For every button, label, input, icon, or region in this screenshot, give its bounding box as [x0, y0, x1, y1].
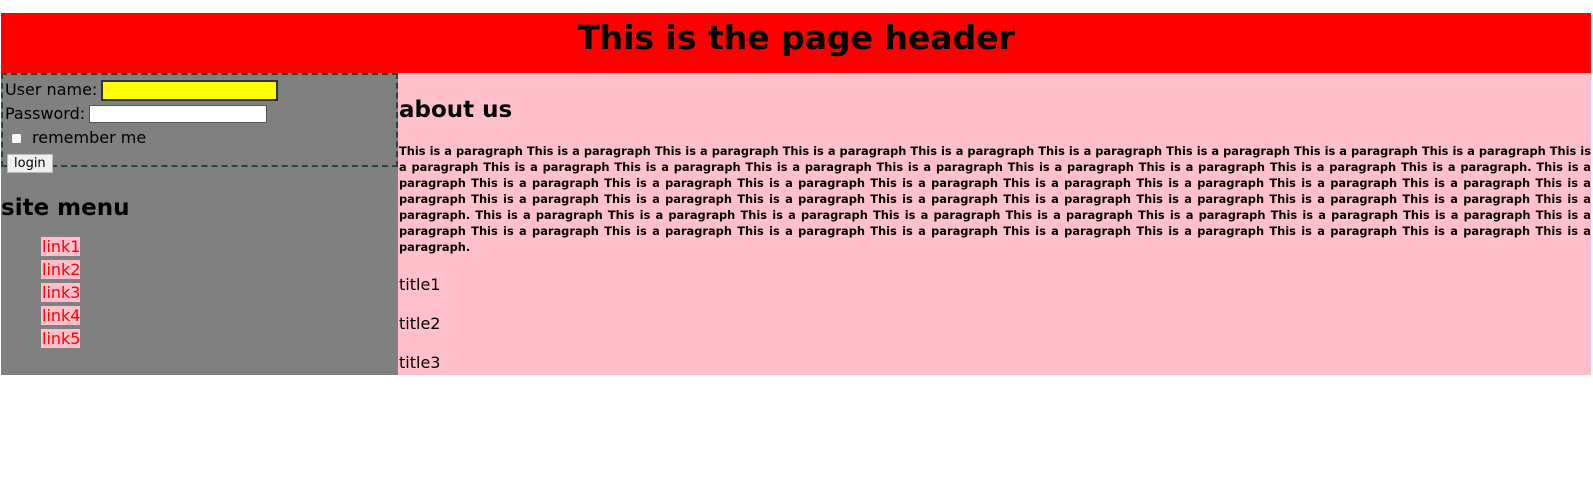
title-3: title3 — [399, 353, 441, 372]
about-us-heading: about us — [399, 97, 513, 123]
page-header-title: This is the page header — [577, 17, 1015, 57]
menu-link-5[interactable]: link5 — [41, 329, 81, 348]
title-2: title2 — [399, 314, 441, 333]
sidebar: User name: Password: remember me login s… — [1, 73, 398, 375]
password-row: Password: — [5, 102, 396, 126]
about-paragraph: This is a paragraph This is a paragraph … — [399, 144, 1591, 254]
password-label: Password: — [5, 104, 86, 123]
list-item: link5 — [41, 327, 398, 350]
remember-row: remember me — [5, 126, 396, 150]
menu-link-2[interactable]: link2 — [41, 260, 81, 279]
site-menu-list: link1 link2 link3 link4 link5 — [41, 235, 398, 350]
menu-link-4[interactable]: link4 — [41, 306, 81, 325]
page-header: This is the page header — [1, 13, 1591, 73]
login-form: User name: Password: remember me login — [1, 73, 398, 173]
username-label: User name: — [5, 80, 98, 99]
site-menu-title: site menu — [1, 195, 130, 221]
page: This is the page header User name: Passw… — [1, 13, 1591, 375]
content-area: about us This is a paragraph This is a p… — [398, 73, 1591, 375]
title-1: title1 — [399, 275, 441, 294]
login-button[interactable]: login — [7, 154, 53, 173]
username-input[interactable] — [101, 79, 279, 101]
menu-link-1[interactable]: link1 — [41, 237, 81, 256]
list-item: link2 — [41, 258, 398, 281]
password-input[interactable] — [89, 105, 268, 123]
remember-me-checkbox[interactable] — [11, 132, 22, 144]
remember-me-label: remember me — [32, 128, 147, 147]
list-item: link4 — [41, 304, 398, 327]
list-item: link1 — [41, 235, 398, 258]
main-row: User name: Password: remember me login s… — [1, 73, 1591, 375]
list-item: link3 — [41, 281, 398, 304]
username-row: User name: — [5, 78, 396, 102]
menu-link-3[interactable]: link3 — [41, 283, 81, 302]
